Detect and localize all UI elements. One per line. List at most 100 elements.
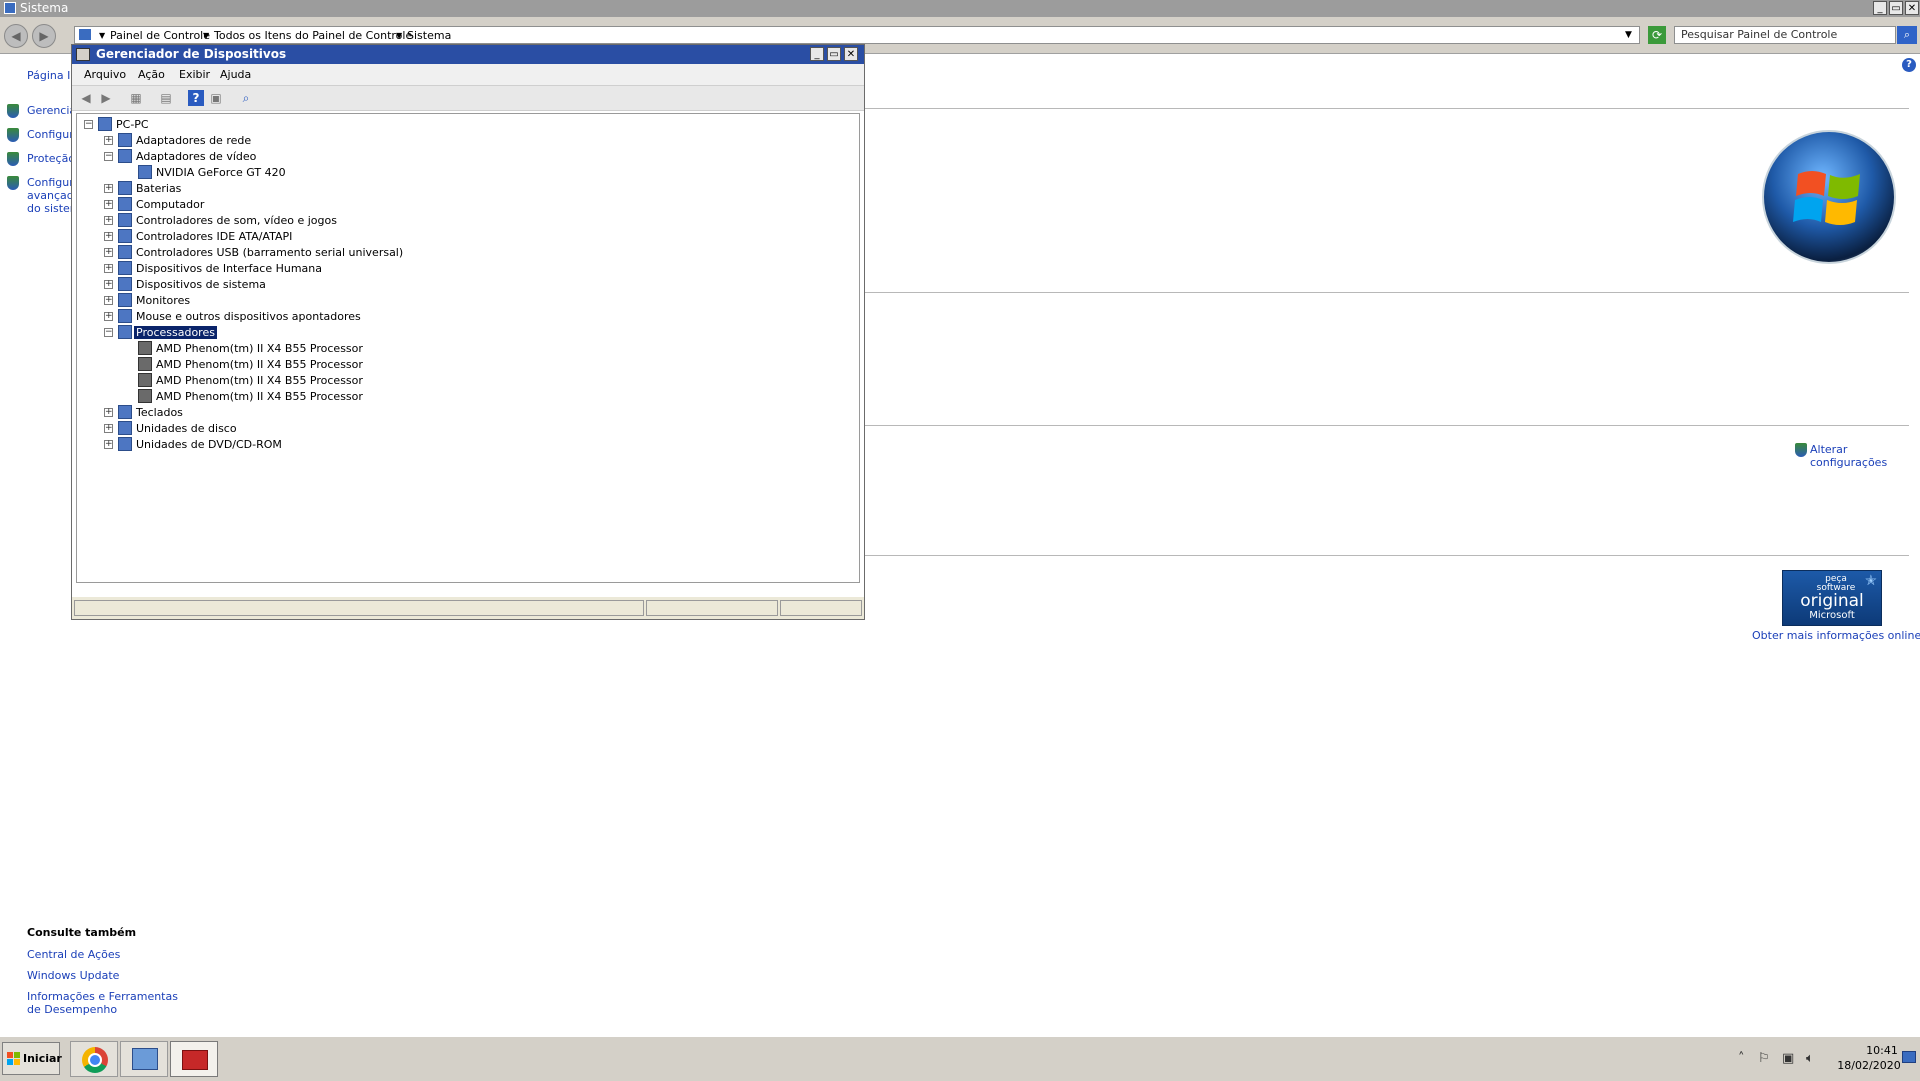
maximize-button[interactable]: ▭ [1889, 1, 1903, 15]
device-icon [118, 309, 132, 323]
show-hidden-icons[interactable]: ˄ [1738, 1051, 1745, 1066]
history-dropdown-icon[interactable]: ▼ [1625, 30, 1632, 40]
show-hide-console-icon[interactable]: ▦ [128, 90, 144, 106]
breadcrumb-system[interactable]: Sistema [407, 29, 451, 42]
tree-category[interactable]: + Controladores USB (barramento serial un… [77, 245, 857, 261]
tree-node-label: Baterias [136, 182, 182, 195]
taskbar-control-panel[interactable] [120, 1041, 168, 1077]
forward-arrow-icon[interactable]: ▶ [98, 90, 114, 106]
breadcrumb-control-panel[interactable]: Painel de Controle [110, 29, 210, 42]
show-pane-icon[interactable]: ▣ [208, 90, 224, 106]
device-tree[interactable]: − PC-PC + Adaptadores de rede − Adaptadores d… [76, 113, 860, 583]
clock-date[interactable]: 18/02/2020 [1834, 1059, 1904, 1072]
refresh-icon[interactable]: ⟳ [1648, 26, 1666, 44]
menu-view[interactable]: Exibir [179, 68, 210, 81]
genuine-badge[interactable]: peça software original Microsoft ✭ [1782, 570, 1882, 626]
device-manager-titlebar[interactable]: Gerenciador de Dispositivos _ ▭ ✕ [72, 45, 864, 64]
tree-device[interactable]: AMD Phenom(tm) II X4 B55 Processor [77, 341, 857, 357]
tree-category[interactable]: + Computador [77, 197, 857, 213]
help-icon[interactable]: ? [1902, 58, 1916, 72]
menu-help[interactable]: Ajuda [220, 68, 251, 81]
collapse-icon[interactable]: − [104, 152, 113, 161]
computer-icon [79, 29, 91, 40]
properties-icon[interactable]: ▤ [158, 90, 174, 106]
back-arrow-icon[interactable]: ◀ [78, 90, 94, 106]
search-icon[interactable]: ⌕ [1897, 26, 1917, 44]
expand-icon[interactable]: + [104, 200, 113, 209]
network-icon[interactable]: ▣ [1782, 1051, 1794, 1066]
main-titlebar: Sistema _ ▭ ✕ [0, 0, 1920, 17]
tree-category[interactable]: − Adaptadores de vídeo [77, 149, 857, 165]
menu-file[interactable]: Arquivo [84, 68, 126, 81]
tree-device[interactable]: NVIDIA GeForce GT 420 [77, 165, 857, 181]
scan-hardware-icon[interactable]: ⌕ [238, 90, 254, 106]
back-button[interactable]: ◀ [4, 24, 28, 48]
link-action-center[interactable]: Central de Ações [27, 948, 120, 961]
link-windows-update[interactable]: Windows Update [27, 969, 119, 982]
start-button[interactable]: Iniciar [2, 1042, 62, 1075]
expand-icon[interactable]: + [104, 408, 113, 417]
tree-category[interactable]: + Controladores IDE ATA/ATAPI [77, 229, 857, 245]
tree-node-label: Controladores de som, vídeo e jogos [136, 214, 337, 227]
expand-icon[interactable]: + [104, 280, 113, 289]
breadcrumb-all-items[interactable]: Todos os Itens do Painel de Controle [214, 29, 412, 42]
menu-action[interactable]: Ação [138, 68, 165, 81]
tree-category[interactable]: + Dispositivos de sistema [77, 277, 857, 293]
tree-category[interactable]: + Mouse e outros dispositivos apontadores [77, 309, 857, 325]
dm-maximize-button[interactable]: ▭ [827, 47, 841, 61]
expand-icon[interactable]: + [104, 296, 113, 305]
tree-category[interactable]: + Adaptadores de rede [77, 133, 857, 149]
help-icon[interactable]: ? [188, 90, 204, 106]
expand-icon[interactable]: + [104, 136, 113, 145]
forward-button[interactable]: ▶ [32, 24, 56, 48]
collapse-icon[interactable]: − [84, 120, 93, 129]
expand-icon[interactable]: + [104, 216, 113, 225]
start-label: Iniciar [23, 1052, 62, 1065]
tree-node-label: Unidades de DVD/CD-ROM [136, 438, 282, 451]
collapse-icon[interactable]: − [104, 328, 113, 337]
taskbar-device-manager[interactable] [170, 1041, 218, 1077]
expand-icon[interactable]: + [104, 424, 113, 433]
expand-icon[interactable]: + [104, 184, 113, 193]
dm-minimize-button[interactable]: _ [810, 47, 824, 61]
chevron-down-icon[interactable]: ▼ [396, 31, 402, 40]
tree-category[interactable]: + Dispositivos de Interface Humana [77, 261, 857, 277]
chevron-down-icon[interactable]: ▼ [203, 31, 209, 40]
search-input[interactable]: Pesquisar Painel de Controle [1674, 26, 1896, 44]
shield-icon [7, 104, 19, 118]
expand-icon[interactable]: + [104, 248, 113, 257]
device-manager-title: Gerenciador de Dispositivos [96, 47, 287, 61]
address-field[interactable]: ▼ Painel de Controle ▼ Todos os Itens do… [74, 26, 1640, 44]
tree-category[interactable]: + Controladores de som, vídeo e jogos [77, 213, 857, 229]
tree-root[interactable]: − PC-PC [77, 117, 857, 133]
show-desktop-button[interactable] [1902, 1051, 1916, 1063]
dm-close-button[interactable]: ✕ [844, 47, 858, 61]
tree-device[interactable]: AMD Phenom(tm) II X4 B55 Processor [77, 357, 857, 373]
minimize-button[interactable]: _ [1873, 1, 1887, 15]
expand-icon[interactable]: + [104, 264, 113, 273]
tree-category[interactable]: + Unidades de DVD/CD-ROM [77, 437, 857, 453]
section-divider [865, 292, 1909, 293]
windows-flag-icon [1793, 171, 1860, 225]
tree-category[interactable]: + Unidades de disco [77, 421, 857, 437]
change-settings-link[interactable]: Alterar configurações [1810, 443, 1890, 469]
action-center-flag-icon[interactable]: ⚐ [1758, 1051, 1770, 1066]
more-info-link[interactable]: Obter mais informações online... [1752, 629, 1920, 642]
expand-icon[interactable]: + [104, 440, 113, 449]
volume-icon[interactable]: 🔈︎ [1806, 1051, 1814, 1066]
genuine-badge-brand: Microsoft [1809, 610, 1855, 621]
expand-icon[interactable]: + [104, 232, 113, 241]
tree-category[interactable]: − Processadores [77, 325, 857, 341]
tree-category[interactable]: + Teclados [77, 405, 857, 421]
tree-category[interactable]: + Baterias [77, 181, 857, 197]
chevron-down-icon[interactable]: ▼ [99, 31, 105, 40]
tree-device[interactable]: AMD Phenom(tm) II X4 B55 Processor [77, 389, 857, 405]
computer-icon [98, 117, 112, 131]
close-button[interactable]: ✕ [1905, 1, 1919, 15]
expand-icon[interactable]: + [104, 312, 113, 321]
link-performance[interactable]: Informações e Ferramentas de Desempenho [27, 990, 187, 1016]
tree-node-label: Dispositivos de sistema [136, 278, 266, 291]
tree-category[interactable]: + Monitores [77, 293, 857, 309]
tree-device[interactable]: AMD Phenom(tm) II X4 B55 Processor [77, 373, 857, 389]
taskbar-chrome[interactable] [70, 1041, 118, 1077]
